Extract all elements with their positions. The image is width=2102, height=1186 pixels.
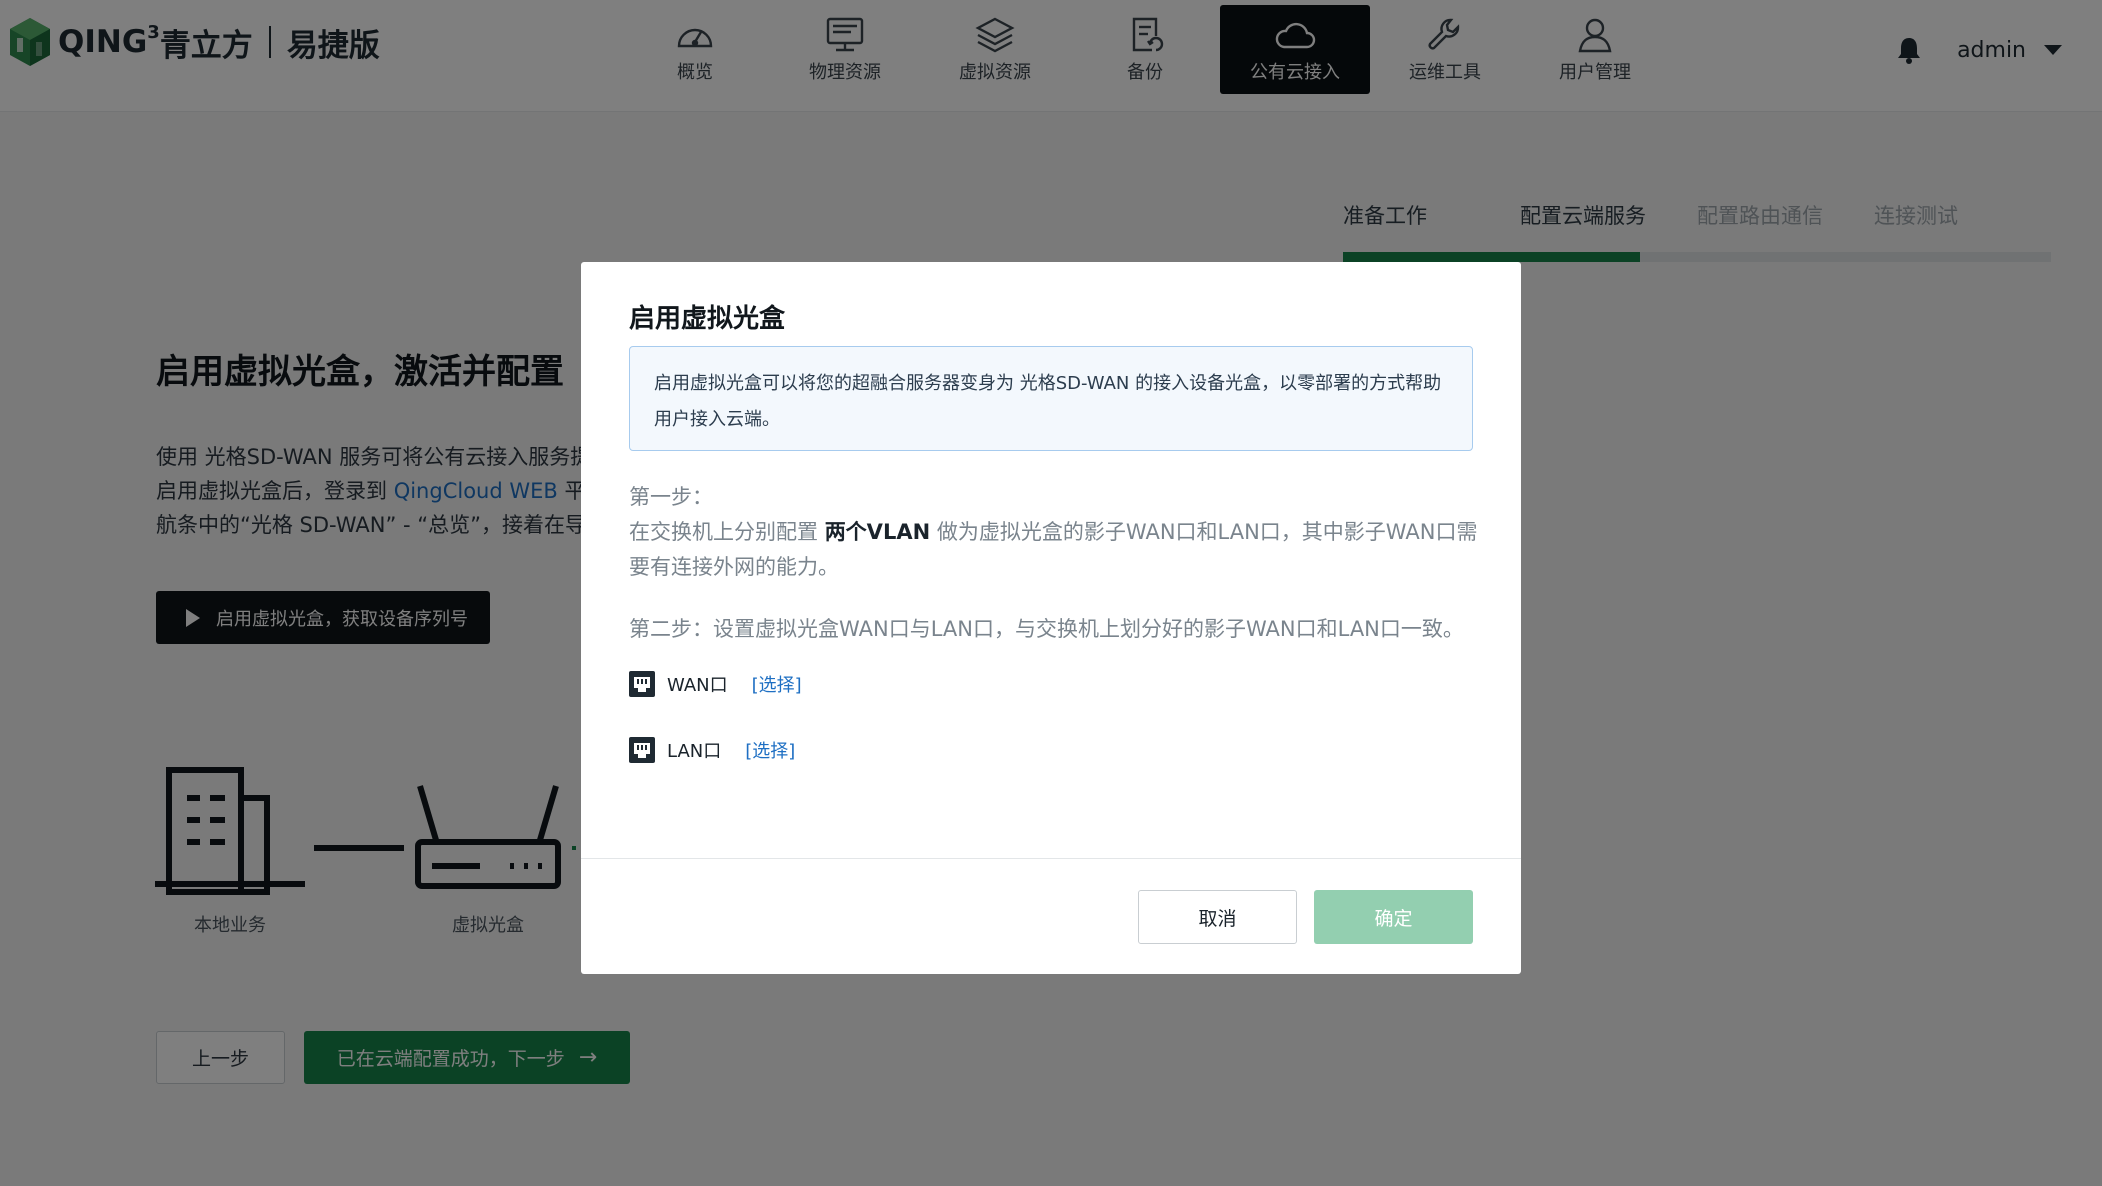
info-callout: 启用虚拟光盒可以将您的超融合服务器变身为 光格SD-WAN 的接入设备光盒，以零… — [629, 346, 1473, 451]
lan-port-label: LAN口 — [667, 741, 722, 762]
step1-vlan-emphasis: 两个VLAN — [824, 520, 931, 544]
lan-port-row: LAN口 [选择] — [629, 735, 795, 765]
wan-port-label: WAN口 — [667, 675, 728, 696]
dialog-footer-divider — [581, 858, 1521, 859]
step1-suffix: 做为虚拟光盒的影子WAN口和LAN口，其中影子WAN口需 — [936, 520, 1478, 544]
step1-prefix: 在交换机上分别配置 — [629, 520, 818, 544]
cancel-button[interactable]: 取消 — [1138, 890, 1297, 944]
confirm-button[interactable]: 确定 — [1314, 890, 1473, 944]
wan-port-select-link[interactable]: [选择] — [752, 671, 802, 697]
step1-block: 第一步： 在交换机上分别配置 两个VLAN 做为虚拟光盒的影子WAN口和LAN口… — [629, 480, 1479, 585]
wan-port-row: WAN口 [选择] — [629, 669, 802, 699]
ethernet-port-icon — [629, 671, 655, 697]
step1-line: 要有连接外网的能力。 — [629, 555, 839, 579]
step1-line: 在交换机上分别配置 两个VLAN 做为虚拟光盒的影子WAN口和LAN口，其中影子… — [629, 515, 1479, 550]
info-line: 用户接入云端。 — [654, 409, 780, 430]
ethernet-port-icon — [629, 737, 655, 763]
enable-virtual-box-dialog: 启用虚拟光盒 启用虚拟光盒可以将您的超融合服务器变身为 光格SD-WAN 的接入… — [581, 262, 1521, 974]
step1-label: 第一步： — [629, 485, 713, 509]
dialog-title: 启用虚拟光盒 — [629, 304, 786, 334]
lan-port-select-link[interactable]: [选择] — [745, 737, 795, 763]
step2-text: 第二步：设置虚拟光盒WAN口与LAN口，与交换机上划分好的影子WAN口和LAN口… — [629, 617, 1464, 641]
info-line: 启用虚拟光盒可以将您的超融合服务器变身为 光格SD-WAN 的接入设备光盒，以零… — [654, 373, 1442, 394]
